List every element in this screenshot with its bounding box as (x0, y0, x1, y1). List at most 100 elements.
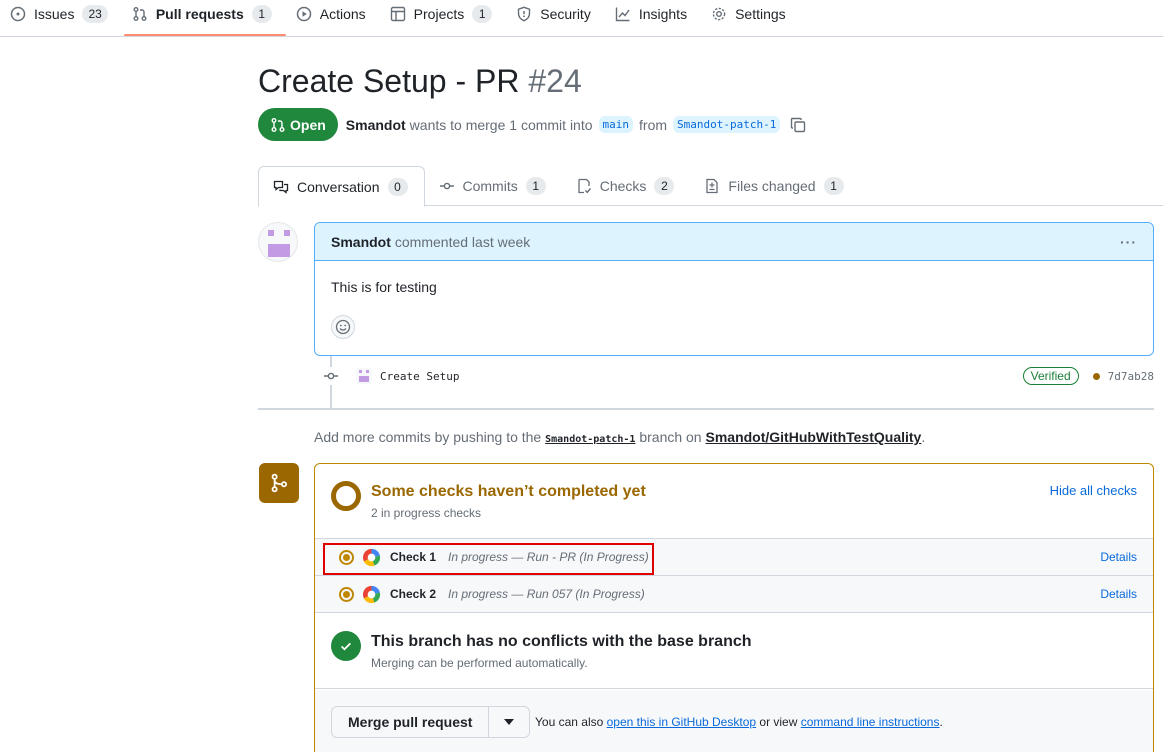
kebab-menu-icon[interactable]: ··· (1120, 234, 1137, 250)
avatar[interactable] (258, 222, 298, 262)
tab-files-changed[interactable]: Files changed 1 (690, 166, 859, 206)
copy-icon[interactable] (790, 117, 806, 133)
nav-settings[interactable]: Settings (711, 0, 796, 27)
nav-pulls-count: 1 (251, 4, 272, 23)
head-branch[interactable]: Smandot-patch-1 (673, 116, 781, 133)
gear-icon (711, 6, 727, 22)
tab-conversation[interactable]: Conversation 0 (258, 166, 425, 207)
play-icon (296, 6, 312, 22)
nav-settings-label: Settings (735, 5, 786, 22)
issue-icon (10, 6, 26, 22)
merge-button-group: Merge pull request (331, 706, 531, 738)
comment-header: Smandot commented last week ··· (315, 223, 1153, 261)
nav-issues-count: 23 (82, 4, 108, 23)
pr-tabs: Conversation 0 Commits 1 Checks 2 Files … (258, 166, 1163, 207)
commit-icon (439, 178, 455, 194)
app-logo-icon (362, 585, 381, 604)
commit-message[interactable]: Create Setup (380, 370, 459, 383)
nav-insights[interactable]: Insights (615, 0, 697, 27)
merge-text: wants to merge 1 commit into (409, 116, 593, 133)
checks-subtitle: 2 in progress checks (371, 506, 482, 520)
check-name: Check 2 (390, 587, 437, 601)
repo-nav: Issues 23 Pull requests 1 Actions Projec… (0, 0, 1163, 37)
git-merge-icon (259, 463, 299, 503)
merge-hint-suffix: . (939, 715, 943, 729)
file-diff-icon (704, 178, 720, 194)
merge-actions: Merge pull request You can also open thi… (315, 690, 1153, 752)
nav-projects[interactable]: Projects 1 (390, 0, 503, 27)
timeline-divider (258, 408, 1154, 410)
pr-meta: Open Smandot wants to merge 1 commit int… (258, 108, 806, 141)
push-hint-branch[interactable]: Smandot-patch-1 (545, 434, 635, 445)
checks-title: Some checks haven’t completed yet (371, 483, 646, 500)
tab-files-count: 1 (823, 177, 844, 195)
check-row[interactable]: Check 2 In progress — Run 057 (In Progre… (315, 576, 1153, 613)
command-line-link[interactable]: command line instructions (801, 715, 940, 729)
pr-number: #24 (528, 63, 582, 99)
from-text: from (639, 116, 668, 133)
repo-link[interactable]: Smandot/GitHubWithTestQuality (706, 429, 922, 445)
nav-insights-label: Insights (638, 5, 688, 22)
tab-checks-count: 2 (654, 177, 675, 195)
highlight-box (323, 543, 654, 575)
comment-author[interactable]: Smandot (331, 234, 391, 250)
merge-pull-request-button[interactable]: Merge pull request (332, 707, 490, 737)
graph-icon (615, 6, 631, 22)
check-description: In progress — Run 057 (In Progress) (448, 587, 645, 601)
tab-conversation-label: Conversation (297, 178, 380, 195)
page-title: Create Setup - PR #24 (258, 63, 582, 100)
no-conflicts-subtitle: Merging can be performed automatically. (371, 656, 588, 670)
comment-meta[interactable]: commented last week (395, 234, 530, 250)
commit-row: Create Setup Verified 7d7ab28 (322, 364, 1154, 388)
nav-security[interactable]: Security (516, 0, 601, 27)
tab-conversation-count: 0 (387, 177, 408, 196)
nav-security-label: Security (540, 5, 591, 22)
push-hint-prefix: Add more commits by pushing to the (314, 429, 542, 445)
merge-hint: You can also open this in GitHub Desktop… (535, 715, 943, 729)
tab-commits[interactable]: Commits 1 (425, 166, 562, 206)
comment-discussion-icon (273, 179, 289, 195)
status-label: Open (290, 116, 326, 133)
pull-request-icon (132, 6, 148, 22)
smiley-icon[interactable] (331, 315, 355, 339)
verified-badge[interactable]: Verified (1022, 367, 1079, 385)
table-icon (390, 6, 406, 22)
check-row[interactable]: Check 1 In progress — Run - PR (In Progr… (315, 539, 1153, 576)
tab-checks-label: Checks (599, 178, 647, 194)
nav-issues-label: Issues (34, 5, 75, 22)
pr-title-text: Create Setup - PR (258, 63, 520, 99)
tab-checks[interactable]: Checks 2 (562, 166, 691, 206)
push-hint-middle: branch on (639, 429, 702, 445)
nav-pull-requests[interactable]: Pull requests 1 (123, 0, 286, 36)
push-hint-suffix: . (921, 429, 926, 445)
pr-author[interactable]: Smandot (346, 117, 406, 133)
status-badge: Open (258, 108, 338, 141)
checklist-icon (576, 178, 592, 194)
details-link[interactable]: Details (1100, 550, 1137, 564)
tab-commits-count: 1 (525, 177, 546, 195)
nav-pulls-label: Pull requests (155, 5, 244, 22)
in-progress-icon (339, 587, 354, 602)
hide-all-checks-link[interactable]: Hide all checks (1050, 483, 1137, 498)
nav-issues[interactable]: Issues 23 (10, 0, 118, 27)
commit-sha[interactable]: 7d7ab28 (1108, 370, 1154, 383)
nav-actions-label: Actions (319, 5, 366, 22)
comment-box: Smandot commented last week ··· This is … (314, 222, 1154, 356)
push-hint: Add more commits by pushing to the Smand… (314, 429, 925, 445)
base-branch[interactable]: main (598, 116, 634, 133)
commit-avatar[interactable] (356, 368, 372, 384)
details-link[interactable]: Details (1100, 587, 1137, 601)
chevron-down-icon[interactable] (489, 707, 529, 737)
nav-projects-count: 1 (472, 4, 493, 23)
shield-icon (516, 6, 532, 22)
identicon-icon (268, 230, 290, 257)
pending-ring-icon (331, 481, 361, 511)
nav-actions[interactable]: Actions (296, 0, 376, 27)
tab-files-label: Files changed (728, 178, 816, 194)
merge-hint-middle: or view (759, 715, 798, 729)
github-desktop-link[interactable]: open this in GitHub Desktop (607, 715, 756, 729)
pending-status-dot[interactable] (1092, 372, 1100, 380)
no-conflicts-section: This branch has no conflicts with the ba… (315, 614, 1153, 689)
checks-header: Some checks haven’t completed yet 2 in p… (315, 464, 1153, 539)
no-conflicts-title: This branch has no conflicts with the ba… (371, 633, 752, 650)
